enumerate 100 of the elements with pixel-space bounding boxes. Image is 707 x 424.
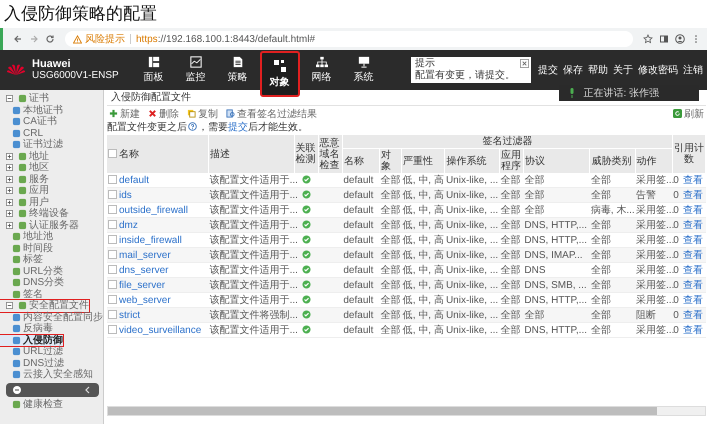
toolbar-button[interactable]: 删除 [146, 106, 181, 120]
nav-tab[interactable]: 网络 [302, 51, 342, 89]
expander-icon[interactable] [6, 210, 13, 218]
row-checkbox[interactable] [108, 204, 117, 214]
view-link[interactable]: 查看 [682, 265, 703, 276]
header-link[interactable]: 修改密码 [638, 63, 678, 77]
tree-item[interactable]: 反病毒 [0, 323, 53, 334]
star-icon[interactable] [643, 34, 653, 44]
table-cell: 采用签... [635, 218, 672, 232]
expander-icon[interactable] [6, 198, 13, 206]
side-panel-icon[interactable] [659, 34, 669, 44]
expander-icon[interactable] [6, 152, 13, 160]
nav-tab[interactable]: 面板 [134, 51, 174, 89]
header-link[interactable]: 关于 [613, 63, 633, 77]
reload-icon[interactable] [45, 34, 55, 44]
tree-item[interactable]: 内容安全配置同步 [0, 312, 103, 323]
nav-tab[interactable]: 对象 [260, 51, 300, 97]
tree-item[interactable]: 签名 [0, 288, 43, 300]
tree-item[interactable]: 云接入安全感知 [0, 369, 93, 380]
tree-item[interactable]: 服务 [0, 174, 49, 185]
row-checkbox[interactable] [108, 264, 117, 274]
row-checkbox[interactable] [108, 280, 117, 288]
expander-icon[interactable] [6, 222, 13, 229]
expander-icon[interactable] [6, 176, 13, 183]
nav-tab[interactable]: 系统 [344, 51, 384, 89]
profile-link[interactable]: web_server [119, 294, 171, 306]
tree-item[interactable]: 本地证书 [0, 104, 63, 116]
profile-link[interactable]: strict [119, 310, 140, 320]
header-link[interactable]: 帮助 [588, 63, 608, 77]
tree-item[interactable]: 标签 [0, 254, 43, 266]
tile-icon [18, 209, 27, 218]
header-link[interactable]: 保存 [563, 63, 583, 77]
expander-icon[interactable] [6, 164, 13, 172]
expander-icon[interactable] [6, 187, 13, 194]
tree-item[interactable]: 入侵防御 [0, 334, 63, 346]
tree-item[interactable]: 证书 [0, 93, 49, 104]
tree-item[interactable]: 地址池 [0, 231, 53, 242]
view-link[interactable]: 查看 [682, 235, 703, 246]
horizontal-scrollbar[interactable] [107, 406, 706, 416]
tree-item[interactable]: CA证书 [0, 116, 57, 128]
select-all-checkbox[interactable] [108, 148, 117, 158]
tree-item[interactable]: 应用 [0, 185, 49, 196]
profile-icon[interactable] [675, 34, 685, 44]
tree-item[interactable]: 安全配置文件 [0, 300, 89, 312]
view-link[interactable]: 查看 [682, 175, 703, 186]
profile-link[interactable]: inside_firewall [119, 234, 182, 246]
row-checkbox[interactable] [108, 174, 117, 184]
view-link[interactable]: 查看 [682, 205, 703, 216]
device-model: USG6000V1-ENSP [32, 70, 119, 82]
row-checkbox[interactable] [108, 220, 117, 228]
table-cell: default [342, 248, 380, 262]
toolbar-button[interactable]: 新建 [107, 106, 142, 120]
address-bar[interactable]: 风险提示 https://192.168.100.1:8443/default.html# [65, 31, 633, 47]
tree-item[interactable]: 健康检查 [0, 398, 63, 410]
profile-link[interactable]: default [119, 174, 150, 186]
tree-item[interactable]: DNS分类 [0, 277, 64, 288]
view-link[interactable]: 查看 [682, 280, 703, 291]
profile-link[interactable]: outside_firewall [119, 204, 188, 216]
header-link[interactable]: 注销 [683, 63, 703, 77]
header-link[interactable]: 提交 [538, 63, 558, 77]
view-link[interactable]: 查看 [682, 295, 703, 306]
profile-link[interactable]: dmz [119, 220, 138, 230]
row-checkbox[interactable] [108, 234, 117, 244]
view-link[interactable]: 查看 [682, 190, 703, 201]
view-link[interactable]: 查看 [682, 220, 703, 231]
tree-item[interactable]: 终端设备 [0, 208, 69, 220]
tree-item[interactable]: 地区 [0, 162, 49, 174]
tree-item[interactable]: URL过滤 [0, 346, 64, 358]
tree-item[interactable]: 用户 [0, 196, 49, 208]
tree-item[interactable]: 证书过滤 [0, 139, 63, 150]
toolbar-button[interactable]: 复制 [185, 106, 220, 120]
tree-item[interactable]: URL分类 [0, 266, 64, 277]
expander-icon[interactable] [6, 302, 13, 310]
refresh-icon [673, 109, 682, 118]
submit-link[interactable]: 提交 [228, 122, 248, 133]
profile-link[interactable]: ids [119, 190, 132, 200]
tile-icon [12, 128, 21, 138]
row-checkbox[interactable] [108, 190, 117, 198]
tree-item[interactable]: DNS过滤 [0, 358, 64, 369]
row-checkbox[interactable] [108, 250, 117, 258]
profile-link[interactable]: video_surveillance [119, 324, 202, 336]
tree-item[interactable]: 认证服务器 [0, 220, 79, 231]
row-checkbox[interactable] [108, 324, 117, 334]
column-header: 名称 [107, 135, 209, 173]
profile-link[interactable]: dns_server [119, 264, 168, 276]
toolbar-button[interactable]: 查看签名过滤结果 [224, 106, 319, 120]
tree-item[interactable]: 地址 [0, 150, 49, 162]
view-link[interactable]: 查看 [682, 310, 703, 321]
view-link[interactable]: 查看 [682, 325, 703, 336]
nav-tab[interactable]: 策略 [218, 51, 258, 89]
tree-item[interactable]: 时间段 [0, 242, 53, 254]
view-link[interactable]: 查看 [682, 250, 703, 261]
nav-tab[interactable]: 监控 [176, 51, 216, 89]
expander-icon[interactable] [6, 95, 13, 102]
tree-item[interactable]: CRL [0, 128, 44, 139]
row-checkbox[interactable] [108, 294, 117, 304]
back-icon[interactable] [13, 34, 23, 44]
refresh-button[interactable]: 刷新 [671, 106, 706, 120]
close-icon[interactable] [520, 59, 529, 68]
row-checkbox[interactable] [108, 310, 117, 318]
